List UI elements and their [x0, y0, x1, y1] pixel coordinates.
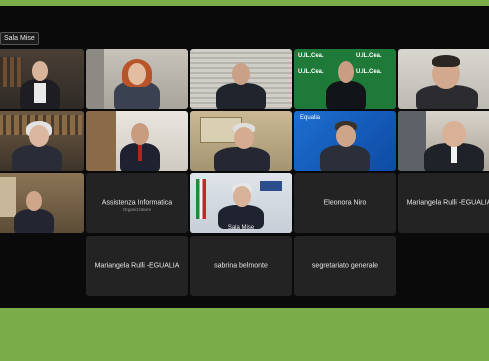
video-tile-whitehair-man[interactable] — [0, 111, 84, 171]
participant-name: Sala Mise — [227, 225, 255, 231]
participant-role: Organizzatore — [122, 207, 152, 213]
video-conference-window: Sala Mise U.IL.Cea. U.IL.Cea. U.IL.Cea. … — [0, 6, 489, 308]
video-tile-bookshelf-man[interactable] — [0, 49, 84, 109]
participant-tile-mariangela-1[interactable]: Mariangela Rulli -EGUALIA — [398, 173, 489, 233]
video-tile-uil-banner-man[interactable]: U.IL.Cea. U.IL.Cea. U.IL.Cea. U.IL.Cea. — [294, 49, 396, 109]
participants-grid: U.IL.Cea. U.IL.Cea. U.IL.Cea. U.IL.Cea. — [0, 49, 489, 299]
room-label: Sala Mise — [0, 32, 39, 45]
participant-name: sabrina belmonte — [214, 262, 268, 270]
uil-banner-text: U.IL.Cea. — [298, 53, 324, 59]
participant-name: Eleonora Niro — [323, 199, 367, 207]
video-tile-man-blinds[interactable] — [190, 49, 292, 109]
video-tile-sala-mise[interactable]: Sala Mise — [190, 173, 292, 233]
video-tile-redhair-woman[interactable] — [86, 49, 188, 109]
participant-name: Assistenza Informatica — [101, 199, 173, 207]
participant-name: Mariangela Rulli -EGUALIA — [94, 262, 180, 270]
video-tile-map-man[interactable] — [190, 111, 292, 171]
participant-name: Mariangela Rulli -EGUALIA — [406, 199, 489, 207]
participant-tile-sabrina[interactable]: sabrina belmonte — [190, 236, 292, 296]
video-tile-office-man[interactable] — [0, 173, 84, 233]
participant-name: segretariato generale — [311, 262, 379, 270]
participant-tile-segretariato[interactable]: segretariato generale — [294, 236, 396, 296]
video-tile-suit-man-red-tie[interactable] — [86, 111, 188, 171]
equalia-logo-text: Equalia — [300, 115, 321, 121]
video-tile-equalia-man[interactable]: Equalia — [294, 111, 396, 171]
video-tile-bald-man[interactable] — [398, 111, 489, 171]
participant-tile-mariangela-2[interactable]: Mariangela Rulli -EGUALIA — [86, 236, 188, 296]
video-tile-glasses-man[interactable] — [398, 49, 489, 109]
participant-tile-eleonora[interactable]: Eleonora Niro — [294, 173, 396, 233]
participant-tile-assistenza[interactable]: Assistenza Informatica Organizzatore — [86, 173, 188, 233]
